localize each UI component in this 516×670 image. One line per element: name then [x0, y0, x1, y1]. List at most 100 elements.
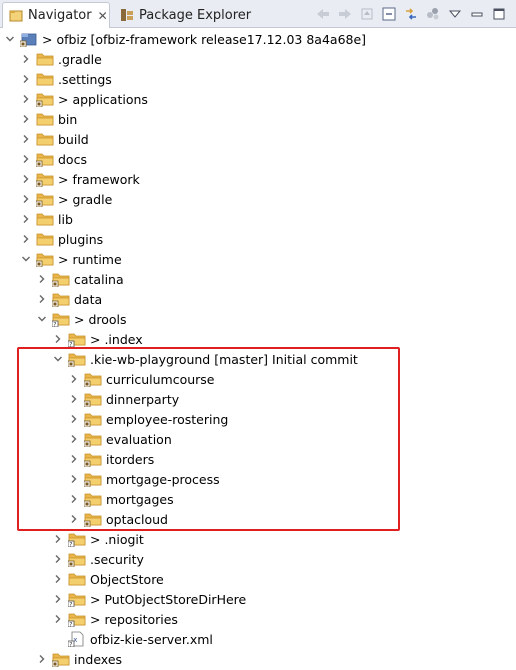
chevron-right-icon[interactable]: [20, 189, 32, 209]
chevron-right-icon[interactable]: [36, 269, 48, 289]
tree-item-label: > runtime: [58, 251, 122, 267]
tree-item[interactable]: docs: [20, 149, 87, 169]
filter-icon[interactable]: [424, 5, 442, 23]
tree-item[interactable]: build: [20, 129, 89, 149]
tree-item[interactable]: mortgages: [68, 489, 174, 509]
tree-item[interactable]: x? ofbiz-kie-server.xml: [52, 629, 213, 649]
tree-item-label: docs: [58, 151, 87, 167]
tree-item[interactable]: mortgage-process: [68, 469, 220, 489]
chevron-right-icon[interactable]: [68, 449, 80, 469]
tree-item-label: itorders: [106, 451, 155, 467]
git-folder-icon: [35, 251, 54, 268]
chevron-right-icon[interactable]: [68, 509, 80, 529]
tree-item[interactable]: evaluation: [68, 429, 172, 449]
tree-item[interactable]: > ofbiz [ofbiz-framework release17.12.03…: [4, 29, 366, 49]
git-folder-icon: [51, 651, 70, 668]
svg-text:?: ?: [69, 641, 72, 647]
chevron-right-icon[interactable]: [20, 149, 32, 169]
chevron-right-icon[interactable]: [20, 129, 32, 149]
chevron-right-icon[interactable]: [52, 529, 64, 549]
tree-item[interactable]: > runtime: [20, 249, 122, 269]
tree-item[interactable]: > framework: [20, 169, 140, 189]
tree-item[interactable]: optacloud: [68, 509, 168, 529]
tree-item-label: > drools: [74, 311, 127, 327]
view-menu-icon[interactable]: [446, 5, 464, 23]
tree-item-label: > .niogit: [90, 531, 144, 547]
folder-icon: [36, 111, 54, 127]
untracked-folder-icon: ?: [51, 311, 70, 328]
tree-item[interactable]: employee-rostering: [68, 409, 228, 429]
tree-item[interactable]: ? > .index: [52, 329, 143, 349]
chevron-down-icon[interactable]: [52, 349, 64, 369]
tree-item-label: plugins: [58, 231, 104, 247]
tree-item[interactable]: ? > .niogit: [52, 529, 144, 549]
tree-item[interactable]: ? > drools: [36, 309, 127, 329]
tree-item[interactable]: > applications: [20, 89, 148, 109]
tree-item-label: lib: [58, 211, 73, 227]
chevron-right-icon[interactable]: [52, 549, 64, 569]
minimize-icon[interactable]: [468, 5, 486, 23]
untracked-folder-icon: ?: [67, 611, 86, 628]
chevron-down-icon[interactable]: [4, 29, 16, 49]
tab-navigator-label: Navigator: [28, 8, 92, 23]
chevron-right-icon[interactable]: [20, 109, 32, 129]
close-icon[interactable]: ✕: [98, 9, 108, 23]
chevron-right-icon[interactable]: [68, 369, 80, 389]
folder-icon: [36, 51, 54, 67]
git-folder-icon: [35, 171, 54, 188]
tree-item[interactable]: ? > PutObjectStoreDirHere: [52, 589, 246, 609]
chevron-right-icon[interactable]: [36, 649, 48, 669]
tree-item-label: > gradle: [58, 191, 113, 207]
git-folder-icon: [51, 291, 70, 308]
tree-item[interactable]: bin: [20, 109, 77, 129]
chevron-right-icon[interactable]: [68, 409, 80, 429]
link-with-editor-icon[interactable]: [402, 5, 420, 23]
chevron-right-icon[interactable]: [68, 429, 80, 449]
tree-item[interactable]: > gradle: [20, 189, 112, 209]
chevron-right-icon[interactable]: [52, 569, 64, 589]
forward-arrow-icon[interactable]: [336, 5, 354, 23]
chevron-right-icon[interactable]: [20, 49, 32, 69]
collapse-all-icon[interactable]: [380, 5, 398, 23]
chevron-right-icon[interactable]: [68, 469, 80, 489]
chevron-right-icon[interactable]: [52, 609, 64, 629]
chevron-down-icon[interactable]: [20, 249, 32, 269]
chevron-right-icon[interactable]: [20, 69, 32, 89]
tree-item[interactable]: .kie-wb-playground [master] Initial comm…: [52, 349, 358, 369]
chevron-right-icon[interactable]: [52, 329, 64, 349]
chevron-right-icon[interactable]: [20, 209, 32, 229]
go-up-icon[interactable]: [358, 5, 376, 23]
tree-item[interactable]: plugins: [20, 229, 103, 249]
git-folder-icon: [83, 491, 102, 508]
maximize-icon[interactable]: [490, 5, 508, 23]
tree-item-label: mortgages: [106, 491, 174, 507]
tree-item[interactable]: .settings: [20, 69, 112, 89]
tree-item[interactable]: ? > repositories: [52, 609, 178, 629]
tree-item[interactable]: curriculumcourse: [68, 369, 214, 389]
tab-navigator[interactable]: Navigator ✕: [2, 2, 110, 28]
svg-text:?: ?: [69, 541, 72, 547]
chevron-right-icon[interactable]: [20, 229, 32, 249]
tree-item[interactable]: lib: [20, 209, 73, 229]
tree-item[interactable]: .gradle: [20, 49, 102, 69]
chevron-right-icon[interactable]: [36, 289, 48, 309]
back-arrow-icon[interactable]: [314, 5, 332, 23]
tree-item[interactable]: ObjectStore: [52, 569, 164, 589]
svg-text:?: ?: [69, 601, 72, 607]
git-folder-icon: [83, 411, 102, 428]
chevron-right-icon[interactable]: [20, 89, 32, 109]
tree-item[interactable]: .security: [52, 549, 144, 569]
tree-item[interactable]: dinnerparty: [68, 389, 179, 409]
tree-item[interactable]: data: [36, 289, 102, 309]
tree-item[interactable]: indexes: [36, 649, 122, 669]
chevron-right-icon[interactable]: [20, 169, 32, 189]
chevron-down-icon[interactable]: [36, 309, 48, 329]
chevron-right-icon[interactable]: [68, 489, 80, 509]
chevron-right-icon[interactable]: [68, 389, 80, 409]
git-folder-icon: [83, 431, 102, 448]
tree-item[interactable]: catalina: [36, 269, 124, 289]
chevron-right-icon[interactable]: [52, 589, 64, 609]
tree-item[interactable]: itorders: [68, 449, 154, 469]
tree-item-label: data: [74, 291, 103, 307]
tab-package-explorer[interactable]: Package Explorer: [114, 2, 264, 28]
